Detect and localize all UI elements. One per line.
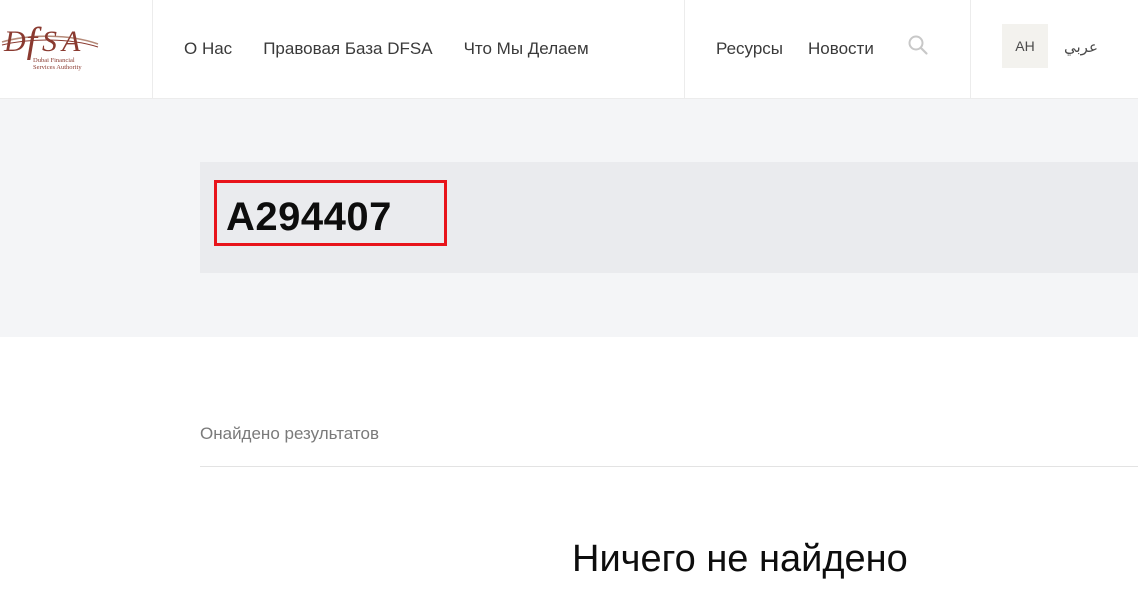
- svg-text:A: A: [60, 25, 81, 58]
- nav-about[interactable]: О Нас: [184, 39, 232, 59]
- nav-what-we-do[interactable]: Что Мы Делаем: [464, 39, 589, 59]
- search-hero: A294407: [0, 99, 1138, 337]
- svg-text:f: f: [26, 19, 42, 60]
- site-header: D f S A Dubai Financial Services Authori…: [0, 0, 1138, 99]
- dfsa-logo[interactable]: D f S A: [0, 8, 110, 60]
- nav-news[interactable]: Новости: [808, 39, 874, 59]
- no-results-message: Ничего не найдено: [572, 538, 908, 580]
- logo-subtitle-line-1: Dubai Financial: [33, 57, 75, 64]
- secondary-nav: Ресурсы Новости: [685, 0, 874, 98]
- language-current[interactable]: AH: [1002, 24, 1048, 68]
- logo-container[interactable]: D f S A Dubai Financial Services Authori…: [0, 0, 153, 98]
- nav-resources[interactable]: Ресурсы: [716, 39, 783, 59]
- language-divider: [970, 0, 971, 98]
- logo-subtitle-line-2: Services Authority: [33, 64, 82, 71]
- svg-text:D: D: [3, 25, 26, 58]
- svg-text:S: S: [42, 25, 57, 58]
- results-count: Онайдено результатов: [200, 424, 379, 443]
- results-divider: [200, 466, 1138, 467]
- language-arabic-link[interactable]: عربي: [1064, 38, 1098, 56]
- search-query-panel: A294407: [200, 162, 1138, 273]
- search-query-heading: A294407: [226, 195, 392, 239]
- search-icon[interactable]: [906, 33, 930, 57]
- query-highlight-box: A294407: [214, 180, 447, 246]
- nav-legal-framework[interactable]: Правовая База DFSA: [263, 39, 432, 59]
- primary-nav: О Нас Правовая База DFSA Что Мы Делаем: [153, 0, 589, 98]
- logo-subtitle: Dubai Financial Services Authority: [33, 57, 82, 71]
